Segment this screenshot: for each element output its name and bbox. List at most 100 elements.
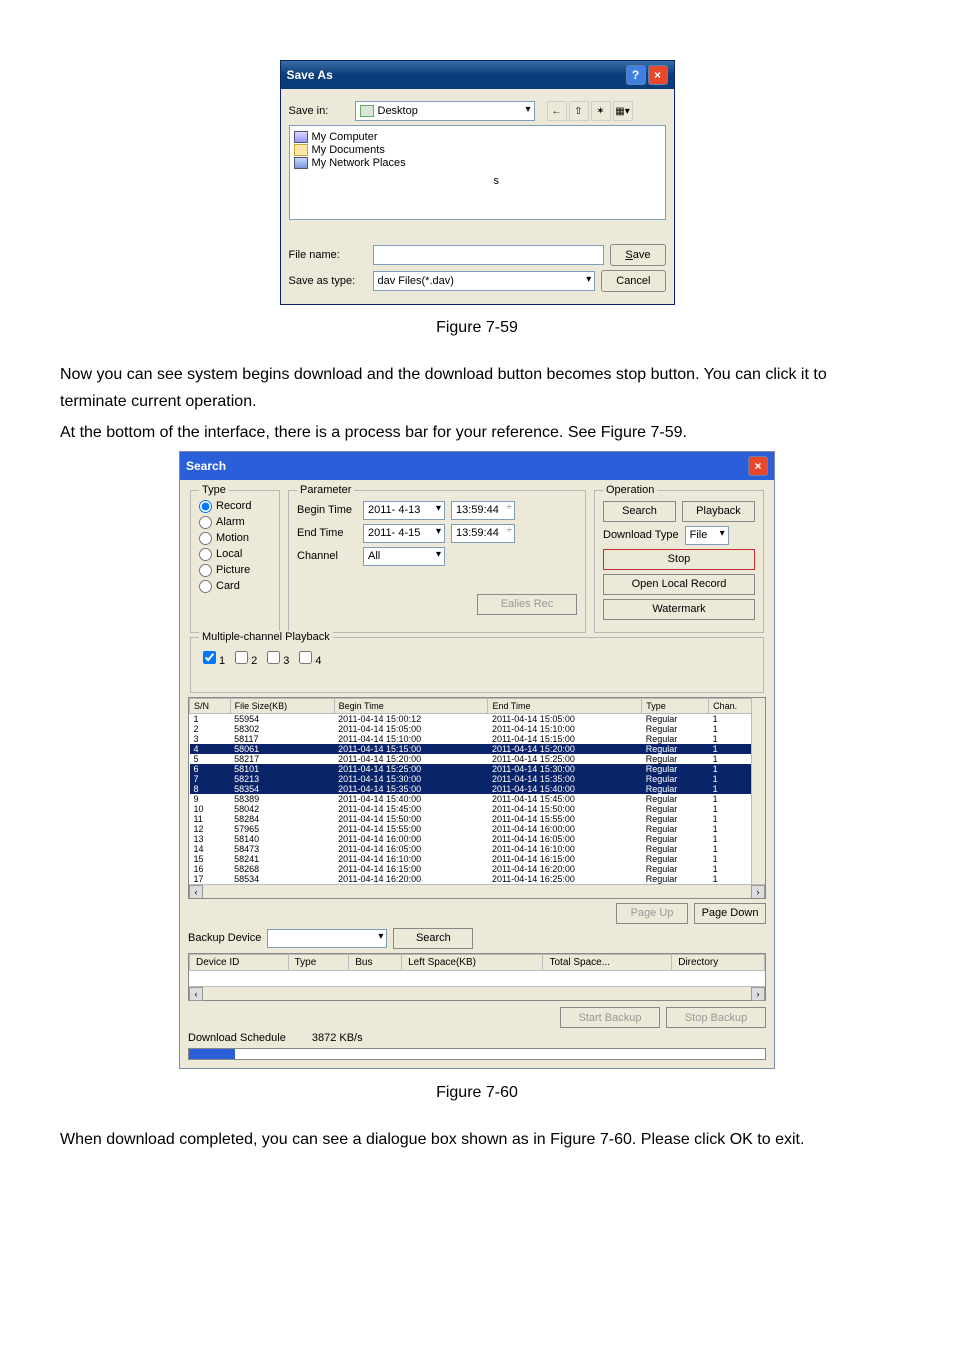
body-text-1: Now you can see system begins download a…: [60, 361, 894, 415]
devcol-id[interactable]: Device ID: [190, 954, 289, 970]
end-time[interactable]: 13:59:44: [451, 524, 515, 543]
up-icon[interactable]: ⇧: [569, 101, 589, 121]
extra-text: s: [494, 175, 661, 187]
computer-icon: [294, 131, 308, 143]
body-text-3: When download completed, you can see a d…: [60, 1126, 894, 1153]
table-row[interactable]: 16582682011-04-14 16:15:002011-04-14 16:…: [190, 864, 765, 874]
cancel-button[interactable]: Cancel: [601, 270, 665, 292]
saveastype-dropdown[interactable]: dav Files(*.dav): [373, 271, 596, 291]
help-icon[interactable]: ?: [626, 65, 646, 85]
table-row[interactable]: 8583542011-04-14 15:35:002011-04-14 15:4…: [190, 784, 765, 794]
stop-backup-button: Stop Backup: [666, 1007, 766, 1028]
devcol-dir[interactable]: Directory: [672, 954, 765, 970]
devcol-left[interactable]: Left Space(KB): [402, 954, 543, 970]
ch-4[interactable]: 4: [295, 648, 321, 667]
table-row[interactable]: 15582412011-04-14 16:10:002011-04-14 16:…: [190, 854, 765, 864]
save-button[interactable]: SSaveave: [610, 244, 665, 266]
pagedown-button[interactable]: Page Down: [694, 903, 766, 924]
list-item[interactable]: My Computer: [294, 131, 661, 143]
table-row[interactable]: 6581012011-04-14 15:25:002011-04-14 15:3…: [190, 764, 765, 774]
savein-dropdown[interactable]: Desktop: [355, 101, 535, 121]
list-item[interactable]: My Network Places: [294, 157, 661, 169]
saveas-titlebar: Save As ? ×: [281, 61, 674, 89]
list-item[interactable]: My Documents: [294, 144, 661, 156]
table-row[interactable]: 7582132011-04-14 15:30:002011-04-14 15:3…: [190, 774, 765, 784]
folder-icon: [294, 144, 308, 156]
start-backup-button: Start Backup: [560, 1007, 660, 1028]
col-sn[interactable]: S/N: [190, 698, 231, 713]
saveastype-label: Save as type:: [289, 275, 367, 287]
type-alarm[interactable]: Alarm: [199, 516, 271, 529]
table-row[interactable]: 10580422011-04-14 15:45:002011-04-14 15:…: [190, 804, 765, 814]
multi-legend: Multiple-channel Playback: [199, 631, 333, 643]
open-local-record-button[interactable]: Open Local Record: [603, 574, 755, 595]
search-dialog: Search × Type Record Alarm Motion Local …: [179, 451, 775, 1070]
file-list[interactable]: My Computer My Documents My Network Plac…: [289, 125, 666, 220]
col-begin[interactable]: Begin Time: [334, 698, 488, 713]
device-hscroll[interactable]: ‹ ›: [189, 986, 765, 1000]
desktop-icon: [360, 105, 374, 117]
devcol-bus[interactable]: Bus: [349, 954, 402, 970]
table-row[interactable]: 2583022011-04-14 15:05:002011-04-14 15:1…: [190, 724, 765, 734]
download-speed: 3872 KB/s: [312, 1032, 363, 1044]
channel-label: Channel: [297, 550, 357, 562]
network-icon: [294, 157, 308, 169]
type-local[interactable]: Local: [199, 548, 271, 561]
scroll-right-icon[interactable]: ›: [751, 885, 765, 899]
close-icon[interactable]: ×: [748, 456, 768, 476]
channel-select[interactable]: All: [363, 547, 445, 566]
type-record[interactable]: Record: [199, 500, 271, 513]
table-row[interactable]: 4580612011-04-14 15:15:002011-04-14 15:2…: [190, 744, 765, 754]
table-row[interactable]: 9583892011-04-14 15:40:002011-04-14 15:4…: [190, 794, 765, 804]
end-date[interactable]: 2011- 4-15: [363, 524, 445, 543]
ch-3[interactable]: 3: [263, 648, 289, 667]
progress-bar: [188, 1048, 766, 1060]
view-icon[interactable]: ▦▾: [613, 101, 633, 121]
devcol-total[interactable]: Total Space...: [543, 954, 672, 970]
col-end[interactable]: End Time: [488, 698, 642, 713]
scroll-left-icon[interactable]: ‹: [189, 987, 203, 1001]
ch-2[interactable]: 2: [231, 648, 257, 667]
vertical-scrollbar[interactable]: [751, 698, 765, 884]
table-row[interactable]: 5582172011-04-14 15:20:002011-04-14 15:2…: [190, 754, 765, 764]
table-row[interactable]: 3581172011-04-14 15:10:002011-04-14 15:1…: [190, 734, 765, 744]
operation-legend: Operation: [603, 484, 657, 496]
device-table[interactable]: Device ID Type Bus Left Space(KB) Total …: [189, 954, 765, 987]
search-button[interactable]: Search: [603, 501, 676, 522]
watermark-button[interactable]: Watermark: [603, 599, 755, 620]
backup-device-select[interactable]: [267, 929, 387, 948]
records-table-wrap: S/N File Size(KB) Begin Time End Time Ty…: [188, 697, 766, 899]
col-type[interactable]: Type: [642, 698, 709, 713]
table-row[interactable]: 17585342011-04-14 16:20:002011-04-14 16:…: [190, 874, 765, 884]
dltype-label: Download Type: [603, 529, 679, 541]
dltype-select[interactable]: File: [685, 526, 729, 545]
table-row[interactable]: 14584732011-04-14 16:05:002011-04-14 16:…: [190, 844, 765, 854]
param-legend: Parameter: [297, 484, 354, 496]
newfolder-icon[interactable]: ✶: [591, 101, 611, 121]
ealies-rec-button: Ealies Rec: [477, 594, 577, 615]
back-icon[interactable]: ←: [547, 101, 567, 121]
table-row[interactable]: 1559542011-04-14 15:00:122011-04-14 15:0…: [190, 713, 765, 724]
stop-button[interactable]: Stop: [603, 549, 755, 570]
table-row[interactable]: 13581402011-04-14 16:00:002011-04-14 16:…: [190, 834, 765, 844]
begin-time[interactable]: 13:59:44: [451, 501, 515, 520]
begin-date[interactable]: 2011- 4-13: [363, 501, 445, 520]
ch-1[interactable]: 1: [199, 648, 225, 667]
scroll-left-icon[interactable]: ‹: [189, 885, 203, 899]
download-schedule-label: Download Schedule: [188, 1032, 286, 1044]
playback-button[interactable]: Playback: [682, 501, 755, 522]
type-card[interactable]: Card: [199, 580, 271, 593]
savein-value: Desktop: [378, 105, 418, 117]
col-size[interactable]: File Size(KB): [230, 698, 334, 713]
scroll-right-icon[interactable]: ›: [751, 987, 765, 1001]
type-motion[interactable]: Motion: [199, 532, 271, 545]
table-row[interactable]: 11582842011-04-14 15:50:002011-04-14 15:…: [190, 814, 765, 824]
close-icon[interactable]: ×: [648, 65, 668, 85]
records-table[interactable]: S/N File Size(KB) Begin Time End Time Ty…: [189, 698, 765, 884]
filename-input[interactable]: [373, 245, 605, 265]
table-row[interactable]: 12579652011-04-14 15:55:002011-04-14 16:…: [190, 824, 765, 834]
backup-search-button[interactable]: Search: [393, 928, 473, 949]
type-picture[interactable]: Picture: [199, 564, 271, 577]
devcol-type[interactable]: Type: [288, 954, 349, 970]
horizontal-scrollbar[interactable]: ‹ ›: [189, 884, 765, 898]
